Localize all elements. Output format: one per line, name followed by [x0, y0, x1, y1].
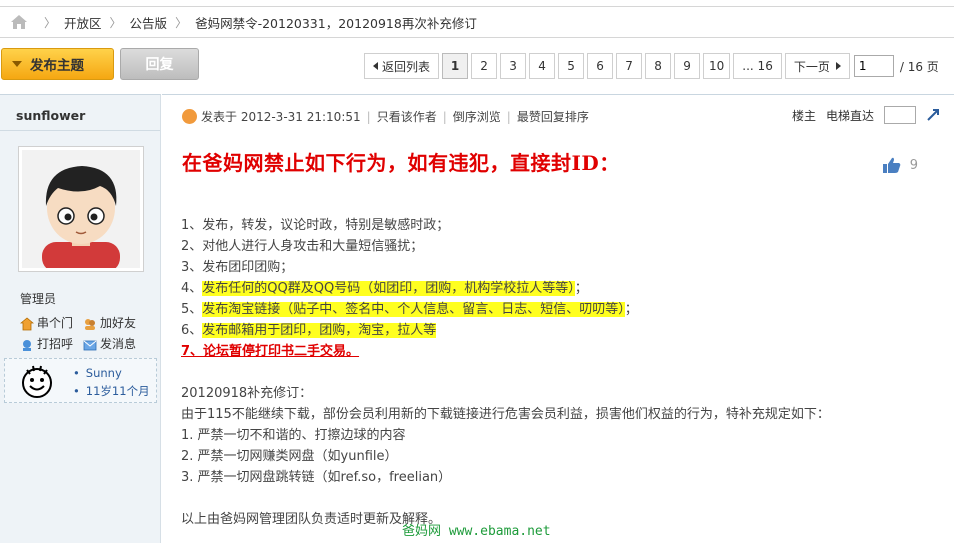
rule-5: 5、发布淘宝链接（贴子中、签名中、个人信息、留言、日志、短信、叨叨等）；: [181, 302, 638, 317]
reverse-order-link[interactable]: 倒序浏览: [453, 108, 501, 125]
new-topic-button[interactable]: 发布主题: [1, 48, 114, 80]
arrow-right-icon: [835, 62, 841, 70]
poke-label: 打招呼: [37, 337, 74, 351]
supplement-item-1: 1. 严禁一切不和谐的、打擦边球的内容: [181, 428, 406, 443]
post-meta: 发表于 2012-3-31 21:10:51 | 只看该作者 | 倒序浏览 | …: [182, 108, 589, 125]
watermark: 爸妈网 www.ebama.net: [402, 524, 551, 539]
avatar[interactable]: [18, 146, 144, 272]
mail-icon: [83, 340, 97, 350]
rule-6: 6、发布邮箱用于团印，团购，淘宝，拉人等: [181, 323, 437, 338]
author-name[interactable]: sunflower: [16, 108, 85, 123]
badge-list: Sunny 11岁11个月: [73, 364, 150, 400]
message-label: 发消息: [100, 337, 137, 351]
page-3[interactable]: 3: [500, 53, 527, 79]
jump-label: 电梯直达: [825, 108, 874, 123]
highlight: 发布淘宝链接（贴子中、签名中、个人信息、留言、日志、短信、叨叨等）: [202, 302, 625, 317]
breadcrumb-separator: 〉: [44, 15, 57, 30]
wave-icon: [23, 339, 31, 351]
highlight: 发布任何的QQ群及QQ号码（如团印，团购，机构学校拉人等等）: [202, 281, 575, 296]
post-content: 发表于 2012-3-31 21:10:51 | 只看该作者 | 倒序浏览 | …: [162, 94, 954, 543]
page-total: / 16 页: [899, 59, 939, 74]
supplement-item-3: 3. 严禁一切网盘跳转链（如ref.so，freelian）: [181, 470, 452, 485]
rule-3: 3、发布团印团购；: [181, 260, 294, 275]
breadcrumb-announcements[interactable]: 公告版: [130, 13, 168, 32]
like-count: 9: [909, 157, 918, 173]
author-links: 串个门 加好友 打招呼 发消息: [20, 313, 136, 355]
next-page-button[interactable]: 下一页: [784, 53, 850, 79]
page-jump-input[interactable]: [853, 55, 894, 77]
avatar-image: [22, 150, 140, 268]
online-user-icon: [182, 109, 197, 124]
supplement-item-2: 2. 严禁一切网赚类网盘（如yunfile）: [181, 449, 398, 464]
breadcrumb-separator: 〉: [175, 15, 188, 30]
arrow-left-icon: [373, 62, 378, 70]
reply-button[interactable]: 回复: [120, 48, 199, 80]
page-4[interactable]: 4: [529, 53, 556, 79]
only-author-link[interactable]: 只看该作者: [377, 108, 437, 125]
breadcrumb-thread-title[interactable]: 爸妈网禁令-20120331，20120918再次补充修订: [195, 13, 477, 32]
back-to-list-label: 返回列表: [382, 59, 431, 74]
page-10[interactable]: 10: [703, 53, 731, 79]
rule-2: 2、对他人进行人身攻击和大量短信骚扰；: [181, 239, 424, 254]
post-body: 1、发布，转发，议论时政，特别是敏感时政； 2、对他人进行人身攻击和大量短信骚扰…: [181, 215, 830, 530]
rule-1: 1、发布，转发，议论时政，特别是敏感时政；: [181, 218, 450, 233]
add-friend-label: 加好友: [100, 316, 137, 330]
author-panel: sunflower 管理员 串个门 加好友 打招呼 发消息 • Sunny • …: [0, 94, 161, 543]
page-7[interactable]: 7: [616, 53, 643, 79]
visit-label: 串个门: [37, 316, 74, 330]
poke-link[interactable]: 打招呼: [20, 334, 73, 355]
floor-label: 楼主: [791, 108, 816, 123]
posted-at: 发表于 2012-3-31 21:10:51: [201, 110, 361, 124]
page-last[interactable]: ... 16: [733, 53, 782, 79]
page-6[interactable]: 6: [587, 53, 614, 79]
page-1[interactable]: 1: [442, 53, 469, 79]
breadcrumb-open-zone[interactable]: 开放区: [64, 13, 102, 32]
author-role: 管理员: [20, 292, 57, 306]
rule-4: 4、发布任何的QQ群及QQ号码（如团印，团购，机构学校拉人等等）；: [181, 281, 588, 296]
like-button[interactable]: 9: [882, 156, 918, 174]
dropdown-caret-icon: [12, 61, 22, 67]
divider: [0, 130, 160, 131]
breadcrumb-separator: 〉: [109, 15, 122, 30]
breadcrumb: 〉 开放区 〉 公告版 〉 爸妈网禁令-20120331，20120918再次补…: [0, 6, 954, 38]
supplement-title: 20120918补充修订：: [181, 386, 313, 401]
house-icon: [20, 316, 34, 330]
thumbs-up-icon: [882, 157, 901, 173]
home-icon[interactable]: [10, 14, 28, 30]
smiley-icon: [22, 365, 52, 398]
post-meta-right: 楼主 电梯直达: [792, 106, 940, 124]
new-topic-label: 发布主题: [30, 58, 84, 74]
hot-sort-link[interactable]: 最赞回复排序: [517, 108, 589, 125]
badge-age: 11岁11个月: [73, 382, 150, 400]
friend-icon: [85, 318, 96, 330]
rule-7: 7、论坛暂停打印书二手交易。: [181, 344, 360, 359]
page-5[interactable]: 5: [558, 53, 585, 79]
next-page-label: 下一页: [793, 59, 830, 74]
pagination: 返回列表 1 2 3 4 5 6 7 8 9 10 ... 16 下一页 / 1…: [364, 53, 939, 79]
supplement-intro: 由于115不能继续下载，部份会员利用新的下载链接进行危害会员利益，损害他们权益的…: [181, 407, 830, 422]
post-headline: 在爸妈网禁止如下行为，如有违犯，直接封ID：: [182, 151, 620, 175]
visit-link[interactable]: 串个门: [20, 313, 73, 334]
badge-name: Sunny: [73, 364, 150, 382]
page-8[interactable]: 8: [645, 53, 672, 79]
back-to-list-button[interactable]: 返回列表: [364, 53, 440, 79]
jump-arrow-icon[interactable]: [926, 108, 940, 122]
page-2[interactable]: 2: [471, 53, 498, 79]
user-badge: Sunny 11岁11个月: [4, 358, 157, 403]
floor-jump-input[interactable]: [884, 106, 916, 124]
highlight: 发布邮箱用于团印，团购，淘宝，拉人等: [202, 323, 437, 338]
page-9[interactable]: 9: [674, 53, 701, 79]
message-link[interactable]: 发消息: [83, 334, 136, 355]
add-friend-link[interactable]: 加好友: [83, 313, 136, 334]
